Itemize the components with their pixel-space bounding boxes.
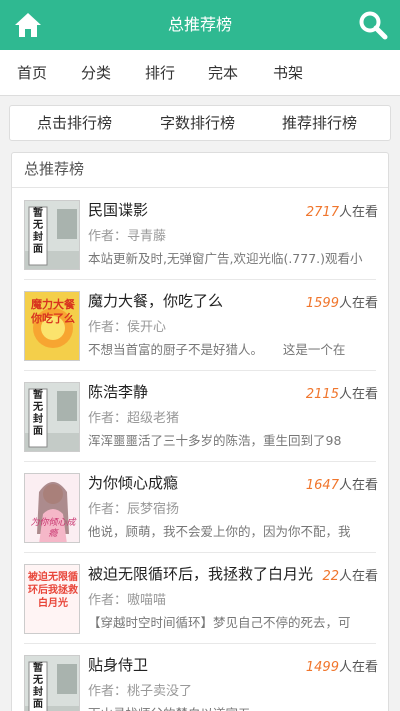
tab-recommend-ranking[interactable]: 推荐排行榜 [282, 106, 357, 140]
top-bar: 总推荐榜 [0, 0, 400, 50]
book-author: 作者：寻青藤 [88, 229, 167, 244]
tab-wordcount-ranking[interactable]: 字数排行榜 [160, 106, 235, 140]
tab-click-ranking[interactable]: 点击排行榜 [37, 106, 112, 140]
book-description: 下山寻找师父的楚白以道家五 [88, 703, 380, 711]
book-title[interactable]: 被迫无限循环后，我拯救了白月光 [88, 563, 313, 584]
cover-label: 暂无封面 [33, 663, 43, 710]
cover-label: 暂无封面 [33, 390, 43, 437]
view-count: 2115人在看 [303, 383, 378, 402]
view-count: 22人在看 [320, 565, 378, 584]
book-cover[interactable]: 为你倾心成瘾 [24, 473, 80, 543]
panel-title: 总推荐榜 [12, 153, 388, 188]
cover-label: 暂无封面 [33, 208, 43, 255]
book-description: 浑浑噩噩活了三十多岁的陈浩，重生回到了98 [88, 433, 342, 448]
book-cover[interactable]: 暂无封面 [24, 655, 80, 711]
book-cover[interactable]: 暂无封面 [24, 200, 80, 270]
book-cover[interactable]: 魔力大餐你吃了么 [24, 291, 80, 361]
ranking-tabs: 点击排行榜 字数排行榜 推荐排行榜 [9, 105, 391, 141]
list-item[interactable]: 被迫无限循环后我拯救白月光 被迫无限循环后，我拯救了白月光 22人在看 作者：嗷… [12, 553, 388, 644]
book-author: 作者：嗷喵喵 [88, 593, 167, 608]
book-title[interactable]: 魔力大餐，你吃了么 [88, 290, 223, 311]
ranking-list-panel: 总推荐榜 暂无封面 民国谍影 2717人在看 作者：寻青藤 本站更新及时,无弹窗… [11, 152, 389, 711]
book-description: 他说，顾萌，我不会爱上你的，因为你不配，我 [88, 524, 351, 539]
nav-bookshelf[interactable]: 书架 [273, 50, 303, 96]
list-item[interactable]: 暂无封面 民国谍影 2717人在看 作者：寻青藤 本站更新及时,无弹窗广告,欢迎… [12, 189, 388, 280]
book-author: 作者：侯开心 [88, 320, 167, 335]
search-icon[interactable] [358, 10, 388, 40]
list-item[interactable]: 暂无封面 贴身侍卫 1499人在看 作者：桃子卖没了 下山寻找师父的楚白以道家五 [12, 644, 388, 711]
view-count: 1599人在看 [303, 292, 378, 311]
cover-label: 魔力大餐你吃了么 [31, 298, 75, 325]
main-nav: 首页 分类 排行 完本 书架 [0, 50, 400, 96]
book-author: 作者：桃子卖没了 [88, 684, 193, 699]
book-cover[interactable]: 暂无封面 [24, 382, 80, 452]
list-item[interactable]: 为你倾心成瘾 为你倾心成瘾 1647人在看 作者：辰梦宿扬 他说，顾萌，我不会爱… [12, 462, 388, 553]
nav-category[interactable]: 分类 [81, 50, 111, 96]
book-title[interactable]: 贴身侍卫 [88, 654, 148, 675]
view-count: 1499人在看 [303, 656, 378, 675]
book-title[interactable]: 民国谍影 [88, 199, 148, 220]
nav-completed[interactable]: 完本 [208, 50, 238, 96]
book-cover[interactable]: 被迫无限循环后我拯救白月光 [24, 564, 80, 634]
book-description: 本站更新及时,无弹窗广告,欢迎光临(.777.)观看小 [88, 251, 363, 266]
list-item[interactable]: 魔力大餐你吃了么 魔力大餐，你吃了么 1599人在看 作者：侯开心 不想当首富的… [12, 280, 388, 371]
book-author: 作者：辰梦宿扬 [88, 502, 180, 517]
nav-home[interactable]: 首页 [17, 50, 47, 96]
nav-ranking[interactable]: 排行 [145, 50, 175, 96]
book-title[interactable]: 陈浩李静 [88, 381, 148, 402]
cover-label: 被迫无限循环后我拯救白月光 [28, 572, 78, 609]
book-description: 【穿越时空时间循环】梦见自己不停的死去，可 [88, 615, 351, 630]
cover-label: 为你倾心成瘾 [30, 518, 76, 539]
page-title: 总推荐榜 [167, 15, 232, 34]
book-description: 不想当首富的厨子不是好猎人。 这是一个在 [88, 342, 346, 357]
view-count: 2717人在看 [303, 201, 378, 220]
list-item[interactable]: 暂无封面 陈浩李静 2115人在看 作者：超级老猪 浑浑噩噩活了三十多岁的陈浩，… [12, 371, 388, 462]
book-title[interactable]: 为你倾心成瘾 [88, 472, 178, 493]
book-author: 作者：超级老猪 [88, 411, 180, 426]
view-count: 1647人在看 [303, 474, 378, 493]
